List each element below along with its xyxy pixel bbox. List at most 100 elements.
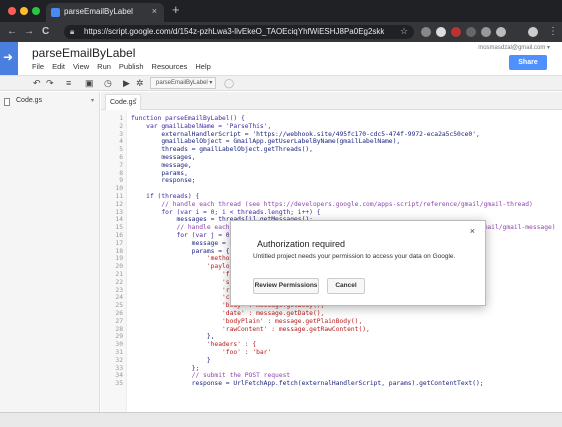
maximize-window-button[interactable] xyxy=(32,7,40,15)
apps-script-logo[interactable]: ➜ xyxy=(0,42,18,75)
code-text: threads = gmailLabelObject.getThreads(), xyxy=(131,146,313,154)
new-tab-button[interactable]: + xyxy=(172,3,180,17)
file-name: Code.gs xyxy=(16,97,43,104)
debug-bug-icon[interactable]: ✲ xyxy=(136,76,144,90)
reload-button[interactable]: C xyxy=(42,25,49,38)
code-text: // submit the POST request xyxy=(131,372,291,380)
minimize-window-button[interactable] xyxy=(20,7,28,15)
line-number: 22 xyxy=(115,278,123,286)
bookmark-star-icon[interactable]: ☆ xyxy=(400,26,408,37)
line-number: 10 xyxy=(115,185,123,193)
line-number: 18 xyxy=(115,247,123,255)
indent-icon[interactable]: ≡ xyxy=(66,76,71,90)
share-button[interactable]: Share xyxy=(509,55,547,70)
user-email[interactable]: mosmasdzal@gmail.com ▾ xyxy=(478,44,550,51)
line-number: 29 xyxy=(115,333,123,341)
undo-icon[interactable]: ↶ xyxy=(33,76,41,90)
line-number: 28 xyxy=(115,325,123,333)
code-text: } xyxy=(131,356,211,364)
code-line: 13 for (var i = 0; i < threads.length; i… xyxy=(101,209,562,217)
code-line: 9 response; xyxy=(101,177,562,185)
menu-item-publish[interactable]: Publish xyxy=(119,62,144,71)
forward-button[interactable]: → xyxy=(24,25,34,38)
code-line: 12 // handle each thread (see https://de… xyxy=(101,201,562,209)
line-number: 25 xyxy=(115,302,123,310)
line-number: 14 xyxy=(115,216,123,224)
line-number: 3 xyxy=(119,130,123,138)
code-text: 'foo' : 'bar' xyxy=(131,349,272,356)
tab-close-icon[interactable]: × xyxy=(152,6,157,16)
code-line: 1 function parseEmailByLabel() { xyxy=(101,115,562,123)
editor-tab-close-icon[interactable]: × xyxy=(134,97,137,103)
browser-menu-icon[interactable]: ⋮ xyxy=(548,25,558,38)
code-text: messages, xyxy=(131,154,196,161)
extension-icon[interactable] xyxy=(481,27,491,37)
address-bar[interactable]: 🔒︎ https://script.google.com/d/154z-pzhL… xyxy=(64,25,414,39)
line-number: 31 xyxy=(115,349,123,356)
chevron-down-icon[interactable]: ▾ xyxy=(91,97,94,104)
menu-item-file[interactable]: File xyxy=(32,62,44,71)
authorization-dialog: × Authorization required Untitled projec… xyxy=(230,220,486,306)
code-line: 3 externalHandlerScript = 'https://webho… xyxy=(101,131,562,139)
triggers-clock-icon[interactable]: ◷ xyxy=(104,76,112,90)
extension-icon[interactable] xyxy=(496,27,506,37)
code-text: for (var i = 0; i < threads.length; i++)… xyxy=(131,208,321,216)
cancel-button[interactable]: Cancel xyxy=(327,278,365,294)
back-button[interactable]: ← xyxy=(7,25,17,38)
code-line: 10 xyxy=(101,185,562,193)
code-text: 'headers' : { xyxy=(131,341,257,349)
redo-icon[interactable]: ↷ xyxy=(46,76,54,90)
extension-icon[interactable] xyxy=(451,27,461,37)
line-number: 1 xyxy=(119,115,123,122)
share-label: Share xyxy=(518,59,538,66)
line-number: 30 xyxy=(115,341,123,349)
file-sidebar: Code.gs ▾ xyxy=(0,92,100,412)
code-text: gmailLabelObject = GmailApp.getUserLabel… xyxy=(131,138,401,146)
lock-icon: 🔒︎ xyxy=(70,27,75,36)
menu-bar: File Edit View Run Publish Resources Help xyxy=(32,62,211,71)
extension-icon[interactable] xyxy=(436,27,446,37)
profile-avatar[interactable] xyxy=(528,27,538,37)
close-window-button[interactable] xyxy=(8,7,16,15)
code-line: 30 'headers' : { xyxy=(101,341,562,349)
horizontal-scrollbar[interactable] xyxy=(0,412,562,427)
code-line: 5 threads = gmailLabelObject.getThreads(… xyxy=(101,146,562,154)
menu-item-view[interactable]: View xyxy=(73,62,89,71)
dialog-title: Authorization required xyxy=(257,239,346,249)
line-number: 26 xyxy=(115,310,123,317)
code-line: 2 var gmailLabelName = 'ParseThis', xyxy=(101,123,562,131)
line-number: 5 xyxy=(119,146,123,154)
menu-item-resources[interactable]: Resources xyxy=(152,62,188,71)
dialog-close-icon[interactable]: × xyxy=(470,226,475,236)
line-number: 23 xyxy=(115,286,123,294)
code-line: 8 params, xyxy=(101,170,562,178)
menu-item-edit[interactable]: Edit xyxy=(52,62,65,71)
code-text: 'rawContent' : message.getRawContent(), xyxy=(131,325,370,333)
browser-window: parseEmailByLabel × + ← → C 🔒︎ https://s… xyxy=(0,0,562,427)
menu-item-help[interactable]: Help xyxy=(195,62,210,71)
extension-icon[interactable] xyxy=(421,27,431,37)
code-text: params = { xyxy=(131,247,230,255)
code-line: 33 }; xyxy=(101,365,562,373)
project-title[interactable]: parseEmailByLabel xyxy=(32,46,135,60)
line-number: 13 xyxy=(115,208,123,216)
line-number: 34 xyxy=(115,372,123,380)
extension-icon[interactable] xyxy=(466,27,476,37)
sidebar-file-code-gs[interactable]: Code.gs ▾ xyxy=(4,97,96,109)
line-number: 21 xyxy=(115,271,123,278)
code-line: 31 'foo' : 'bar' xyxy=(101,349,562,357)
review-permissions-button[interactable]: Review Permissions xyxy=(253,278,319,294)
save-icon[interactable]: ▣ xyxy=(85,76,94,90)
code-text: message, xyxy=(131,161,192,169)
browser-tab[interactable]: parseEmailByLabel × xyxy=(46,3,164,22)
code-text: externalHandlerScript = 'https://webhook… xyxy=(131,130,480,138)
line-number: 19 xyxy=(115,255,123,263)
menu-item-run[interactable]: Run xyxy=(97,62,111,71)
function-select[interactable]: parseEmailByLabel ▾ xyxy=(150,77,216,89)
url-text: https://script.google.com/d/154z-pzhLwa3… xyxy=(84,27,384,36)
lightbulb-icon[interactable]: ◯ xyxy=(224,76,234,90)
code-text: function parseEmailByLabel() { xyxy=(131,115,245,122)
run-icon[interactable]: ▶ xyxy=(123,76,130,90)
editor-tab-label: Code.gs xyxy=(110,99,137,106)
line-number: 32 xyxy=(115,356,123,364)
